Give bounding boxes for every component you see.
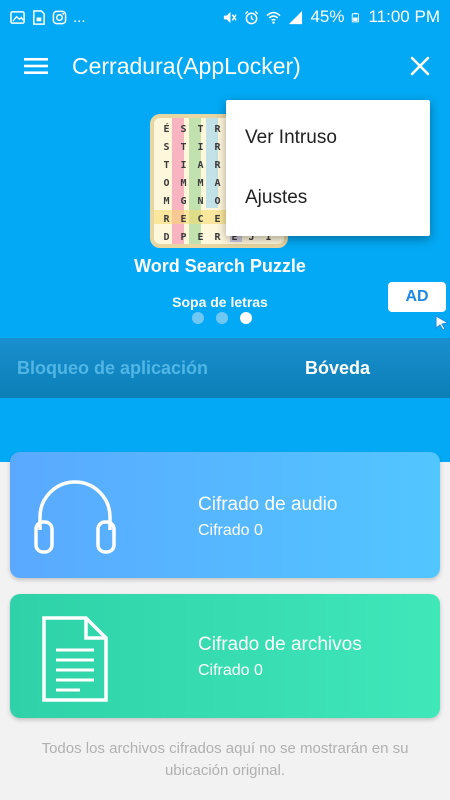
puzzle-letter: A	[214, 177, 221, 189]
photo-icon	[10, 10, 25, 24]
status-more: ...	[73, 8, 86, 26]
battery-icon	[352, 12, 360, 22]
puzzle-letter: M	[163, 195, 170, 207]
puzzle-letter: E	[180, 213, 187, 225]
tab-bar: Bloqueo de aplicación Bóveda	[0, 338, 450, 398]
page-indicator	[192, 312, 252, 324]
instagram-icon	[52, 10, 67, 24]
banner-subtitle: Sopa de letras	[172, 294, 268, 310]
alarm-icon	[245, 10, 259, 24]
status-left: ...	[10, 9, 86, 26]
signal-icon	[289, 10, 303, 24]
document-icon	[42, 616, 108, 702]
app-bar: Cerradura(AppLocker)	[0, 34, 450, 98]
page-dot-2[interactable]	[216, 312, 228, 324]
close-icon	[410, 56, 430, 76]
battery-percent: 45%	[310, 7, 345, 26]
puzzle-letter: I	[197, 141, 204, 153]
status-right: 45% 11:00 PM	[222, 7, 440, 27]
sim-icon	[33, 9, 45, 25]
status-time: 11:00 PM	[368, 7, 440, 26]
puzzle-letter: I	[180, 159, 187, 171]
puzzle-letter: O	[163, 177, 170, 189]
puzzle-letter: É	[163, 123, 170, 135]
tab-vault[interactable]: Bóveda	[225, 338, 450, 398]
puzzle-letter: S	[180, 123, 187, 135]
puzzle-letter: R	[214, 231, 221, 243]
mute-icon	[224, 11, 238, 23]
puzzle-letter: M	[180, 177, 187, 189]
ad-choices-icon[interactable]	[434, 314, 450, 330]
puzzle-letter: T	[197, 123, 204, 135]
footer-note: Todos los archivos cifrados aquí no se m…	[41, 740, 409, 779]
headphones-icon	[34, 480, 116, 554]
card-title: Cifrado de audio	[198, 494, 338, 515]
page-dot-3[interactable]	[240, 312, 252, 324]
wifi-icon	[266, 11, 282, 24]
card-title: Cifrado de archivos	[198, 634, 362, 655]
puzzle-letter: G	[180, 195, 187, 207]
puzzle-letter: T	[163, 159, 170, 171]
overflow-menu: Ver Intruso Ajustes	[226, 100, 430, 236]
menu-button[interactable]	[0, 34, 72, 98]
page-dot-1[interactable]	[192, 312, 204, 324]
app-title: Cerradura(AppLocker)	[72, 52, 301, 79]
puzzle-letter: O	[214, 195, 221, 207]
puzzle-letter: R	[214, 141, 221, 153]
puzzle-letter: S	[163, 141, 170, 153]
puzzle-letter: R	[163, 213, 170, 225]
puzzle-letter: P	[180, 231, 187, 243]
puzzle-letter: A	[197, 159, 204, 171]
card-subtitle: Cifrado 0	[198, 522, 263, 539]
puzzle-letter: D	[163, 231, 170, 243]
status-bar: ... 45% 11:00 PM	[0, 0, 450, 34]
puzzle-letter: N	[197, 195, 204, 207]
puzzle-letter: C	[197, 213, 204, 225]
file-encryption-card[interactable]: Cifrado de archivos Cifrado 0	[10, 594, 440, 718]
puzzle-letter: E	[197, 231, 204, 243]
menu-item-view-intruder[interactable]: Ver Intruso	[226, 108, 430, 168]
close-button[interactable]	[404, 50, 436, 82]
menu-item-settings[interactable]: Ajustes	[226, 168, 430, 228]
puzzle-letter: T	[180, 141, 187, 153]
puzzle-letter: E	[214, 213, 221, 225]
audio-encryption-card[interactable]: Cifrado de audio Cifrado 0	[10, 452, 440, 578]
tab-app-lock[interactable]: Bloqueo de aplicación	[0, 338, 225, 398]
puzzle-letter: M	[197, 177, 204, 189]
puzzle-letter: R	[214, 123, 221, 135]
puzzle-letter: R	[214, 159, 221, 171]
banner-title: Word Search Puzzle	[134, 256, 306, 276]
hamburger-icon	[24, 58, 48, 74]
card-subtitle: Cifrado 0	[198, 662, 263, 679]
ad-badge[interactable]: AD	[388, 282, 446, 312]
